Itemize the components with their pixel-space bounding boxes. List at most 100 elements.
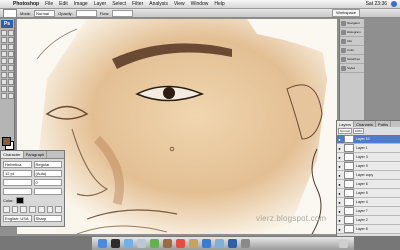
font-size-field[interactable]: 12 pt [3,170,32,177]
eye-icon[interactable]: ● [337,218,342,223]
address-book-icon[interactable] [163,239,172,248]
flow-field[interactable] [112,9,134,17]
font-family-field[interactable]: Helvetica [3,161,32,168]
menu-help[interactable]: Help [211,0,227,8]
font-style-field[interactable]: Regular [33,161,62,168]
safari-icon[interactable] [124,239,133,248]
menu-app-name[interactable]: Photoshop [10,0,42,8]
eye-icon[interactable]: ● [337,164,342,169]
dock-swatches[interactable]: Swatches [340,55,364,64]
menu-layer[interactable]: Layer [91,0,110,8]
layer-opacity-field[interactable]: 100% [352,128,365,134]
eye-icon[interactable]: ● [337,155,342,160]
text-color-swatch[interactable] [15,197,24,204]
dashboard-icon[interactable] [111,239,120,248]
layer-row[interactable]: ● Layer 1 [337,144,400,153]
eye-icon[interactable]: ● [337,146,342,151]
dock-navigator[interactable]: Navigator [340,19,364,28]
dock-styles[interactable]: Styles [340,64,364,73]
underline-button[interactable] [55,206,63,213]
menu-image[interactable]: Image [71,0,91,8]
healing-tool-icon[interactable] [1,51,7,57]
eye-icon[interactable]: ● [337,182,342,187]
magic-wand-tool-icon[interactable] [8,37,14,43]
menu-edit[interactable]: Edit [56,0,71,8]
menu-view[interactable]: View [171,0,188,8]
gradient-tool-icon[interactable] [8,65,14,71]
faux-bold-button[interactable] [3,206,10,213]
eyedropper-tool-icon[interactable] [8,44,14,50]
trash-icon[interactable] [339,239,348,248]
zoom-tool-icon[interactable] [8,93,14,99]
menu-analysis[interactable]: Analysis [146,0,171,8]
tab-paragraph[interactable]: Paragraph [24,151,48,158]
mode-select[interactable]: Normal [34,9,56,17]
brush-tool-icon[interactable] [8,51,14,57]
layer-row[interactable]: ● Layer 9 [337,162,400,171]
system-preferences-icon[interactable] [241,239,250,248]
tab-paths[interactable]: Paths [376,121,392,127]
finder-icon[interactable] [98,239,107,248]
move-tool-icon[interactable] [1,30,7,36]
superscript-button[interactable] [37,206,45,213]
layer-row[interactable]: ● Layer 10 [337,135,400,144]
pen-tool-icon[interactable] [1,79,7,85]
eye-icon[interactable]: ● [337,137,342,142]
layer-row[interactable]: ● Layer 7 [337,207,400,216]
layer-row[interactable]: ● Layer 3 [337,153,400,162]
leading-field[interactable]: (Auto) [33,170,62,177]
blur-tool-icon[interactable] [1,72,7,78]
menu-select[interactable]: Select [109,0,129,8]
layer-row[interactable]: ● Layer 5 [337,189,400,198]
kerning-field[interactable] [3,179,32,186]
opacity-field[interactable] [75,9,97,17]
foreground-color-swatch[interactable] [2,137,11,146]
lasso-tool-icon[interactable] [1,37,7,43]
all-caps-button[interactable] [20,206,28,213]
tab-channels[interactable]: Channels [354,121,376,127]
menu-filter[interactable]: Filter [129,0,146,8]
hand-tool-icon[interactable] [1,93,7,99]
eye-icon[interactable]: ● [337,191,342,196]
ical-icon[interactable] [176,239,185,248]
iphoto-icon[interactable] [215,239,224,248]
workspace-button[interactable]: Workspace [332,9,360,17]
tab-layers[interactable]: Layers [337,121,355,127]
layer-row[interactable]: ● Layer 8 [337,225,400,234]
menu-window[interactable]: Window [188,0,212,8]
clock[interactable]: Sat 23:36 [364,1,389,7]
path-select-tool-icon[interactable] [1,86,7,92]
ichat-icon[interactable] [150,239,159,248]
layer-row[interactable]: ● Layer 4 [337,198,400,207]
stamp-tool-icon[interactable] [1,58,7,64]
marquee-tool-icon[interactable] [8,30,14,36]
tab-character[interactable]: Character [1,151,24,158]
dock-histogram[interactable]: Histogram [340,28,364,37]
language-select[interactable]: English: USA [3,215,32,222]
eye-icon[interactable]: ● [337,173,342,178]
type-tool-icon[interactable] [8,79,14,85]
subscript-button[interactable] [46,206,54,213]
blend-mode-select[interactable]: Normal [338,128,352,134]
small-caps-button[interactable] [29,206,36,213]
brush-preset-icon[interactable] [3,8,17,18]
history-brush-tool-icon[interactable] [8,58,14,64]
dock-info[interactable]: Info [340,37,364,46]
layer-row[interactable]: ● Layer 2 [337,216,400,225]
crop-tool-icon[interactable] [1,44,7,50]
anti-alias-select[interactable]: Sharp [33,215,62,222]
horizontal-scale-field[interactable] [33,188,62,195]
eraser-tool-icon[interactable] [1,65,7,71]
itunes-icon[interactable] [202,239,211,248]
eye-icon[interactable]: ● [337,200,342,205]
photoshop-icon[interactable] [228,239,237,248]
eye-icon[interactable]: ● [337,209,342,214]
faux-italic-button[interactable] [11,206,19,213]
preview-icon[interactable] [189,239,198,248]
spotlight-icon[interactable] [391,1,397,7]
shape-tool-icon[interactable] [8,86,14,92]
dock-color[interactable]: Color [340,46,364,55]
layer-row[interactable]: ● Layer copy [337,171,400,180]
menu-file[interactable]: File [42,0,56,8]
dodge-tool-icon[interactable] [8,72,14,78]
